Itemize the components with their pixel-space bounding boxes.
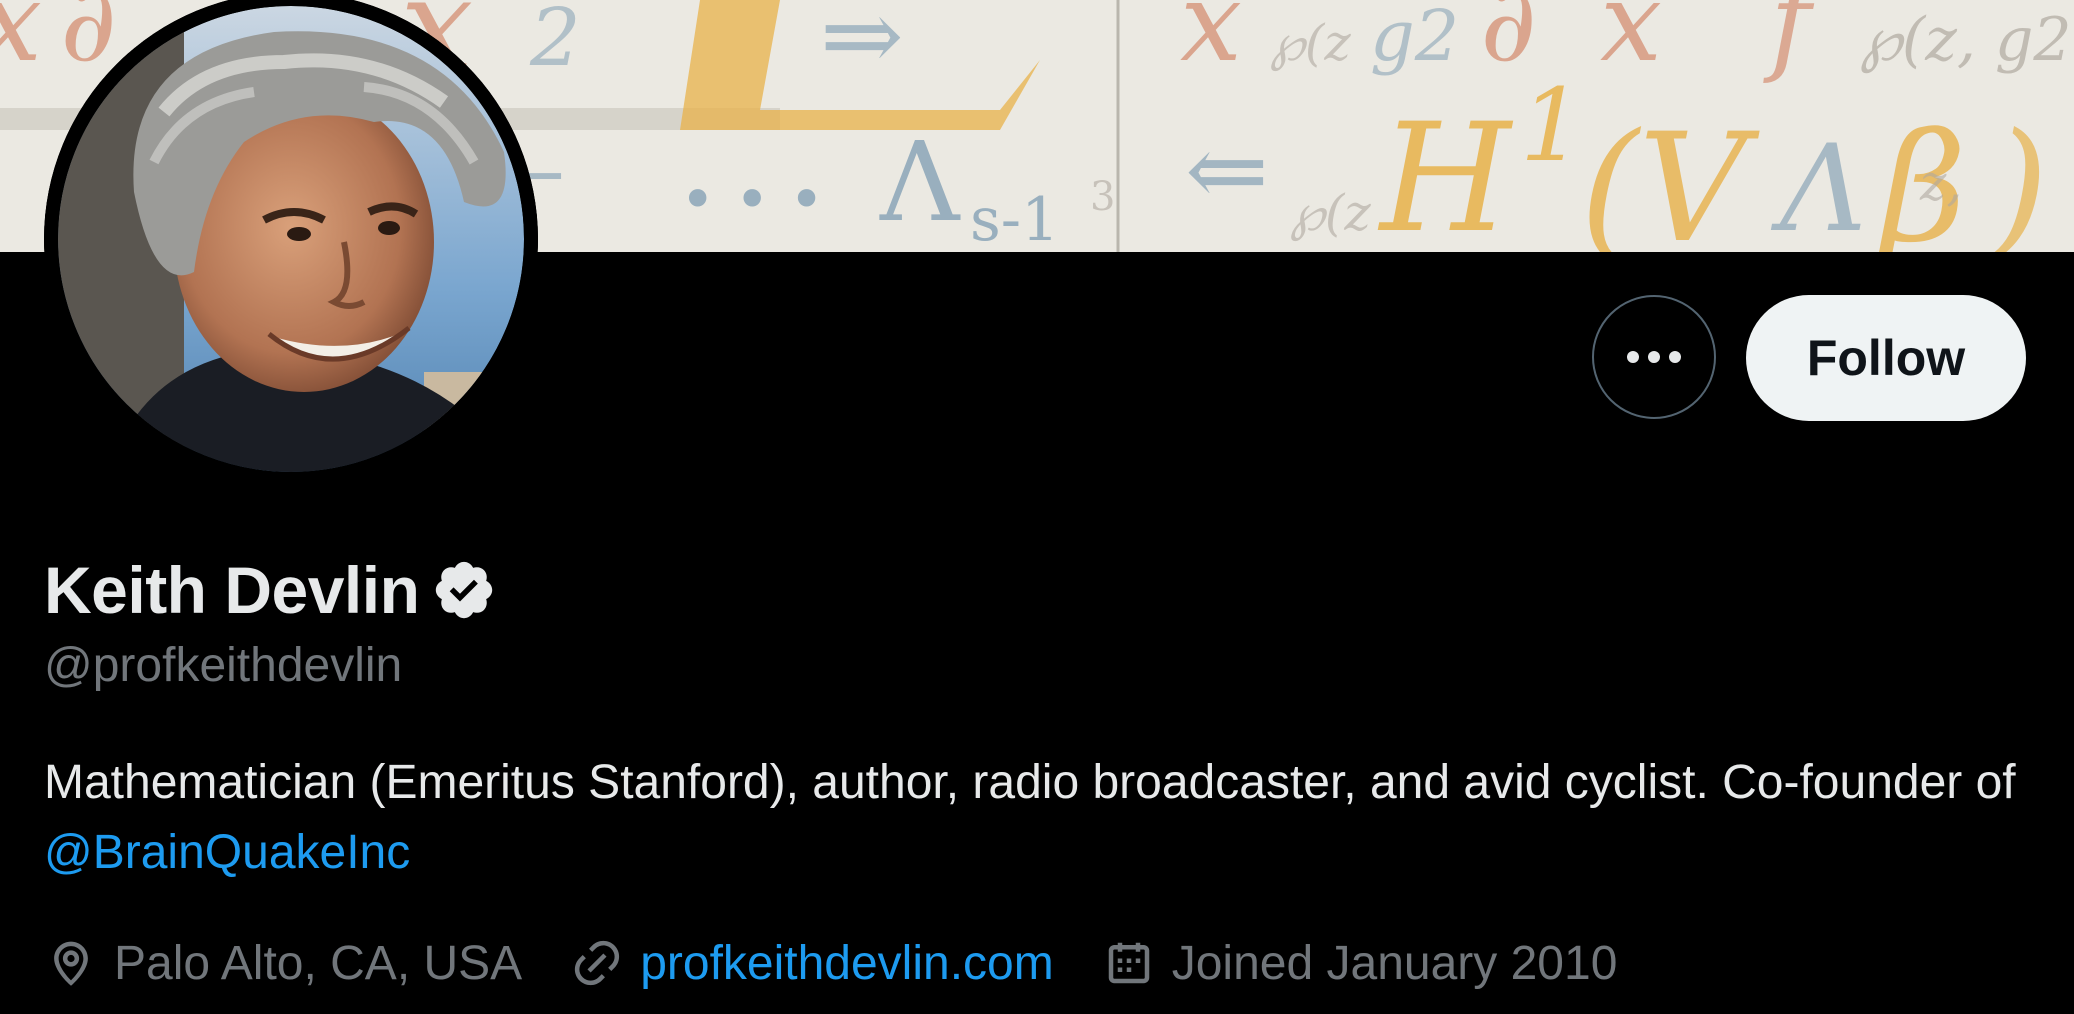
website-item: profkeithdevlin.com <box>570 936 1054 991</box>
ellipsis-icon <box>1627 351 1681 363</box>
bio-text: Mathematician (Emeritus Stanford), autho… <box>44 756 2016 809</box>
profile-bio: Mathematician (Emeritus Stanford), autho… <box>44 748 2034 888</box>
display-name: Keith Devlin <box>44 553 420 627</box>
website-link[interactable]: profkeithdevlin.com <box>640 936 1054 991</box>
svg-text:z,: z, <box>1919 154 1962 212</box>
svg-text:Λ: Λ <box>879 118 961 246</box>
svg-text:⇐: ⇐ <box>1185 112 1269 229</box>
svg-text:℘(z, g2: ℘(z, g2 <box>1860 5 2072 75</box>
svg-text:x: x <box>1180 0 1242 86</box>
calendar-icon <box>1108 942 1149 984</box>
svg-text:s-1: s-1 <box>970 185 1059 252</box>
link-icon <box>575 940 620 986</box>
bio-mention-link[interactable]: @BrainQuakeInc <box>44 826 410 879</box>
profile-meta: Palo Alto, CA, USA profkeithdevlin.com J… <box>44 928 1665 998</box>
follow-button[interactable]: Follow <box>1746 295 2026 421</box>
joined-item: Joined January 2010 <box>1102 936 1618 991</box>
profile-page: x ∂ ∂ x 2 x ∂ x f ℘(z, g2 ℘(z g2 H 1 (V … <box>0 0 2074 1014</box>
follow-button-label: Follow <box>1806 330 1966 386</box>
svg-text:x: x <box>0 0 42 86</box>
more-options-button[interactable] <box>1592 295 1716 419</box>
svg-text:• • •: • • • <box>680 165 824 235</box>
svg-text:⇒: ⇒ <box>820 0 904 94</box>
svg-text:): ) <box>1987 102 2049 252</box>
svg-text:3: 3 <box>1090 174 1115 220</box>
name-row: Keith Devlin <box>44 552 497 628</box>
svg-text:Λ: Λ <box>1770 120 1867 252</box>
profile-handle: @profkeithdevlin <box>44 639 403 692</box>
svg-text:x: x <box>1600 0 1662 86</box>
svg-text:(V: (V <box>1580 102 1761 252</box>
profile-avatar[interactable] <box>44 0 538 486</box>
svg-text:1: 1 <box>1520 67 1584 184</box>
verified-badge-icon[interactable] <box>431 557 497 623</box>
location-text: Palo Alto, CA, USA <box>114 936 523 990</box>
location-item: Palo Alto, CA, USA <box>44 936 522 991</box>
svg-text:℘(z: ℘(z <box>1290 184 1371 242</box>
location-pin-icon <box>54 941 88 986</box>
svg-text:g2: g2 <box>1370 0 1459 77</box>
svg-text:℘(z: ℘(z <box>1270 14 1351 72</box>
avatar-photo <box>44 0 538 486</box>
svg-text:2: 2 <box>529 0 581 84</box>
joined-text: Joined January 2010 <box>1171 936 1618 990</box>
svg-text:H: H <box>1377 92 1514 252</box>
